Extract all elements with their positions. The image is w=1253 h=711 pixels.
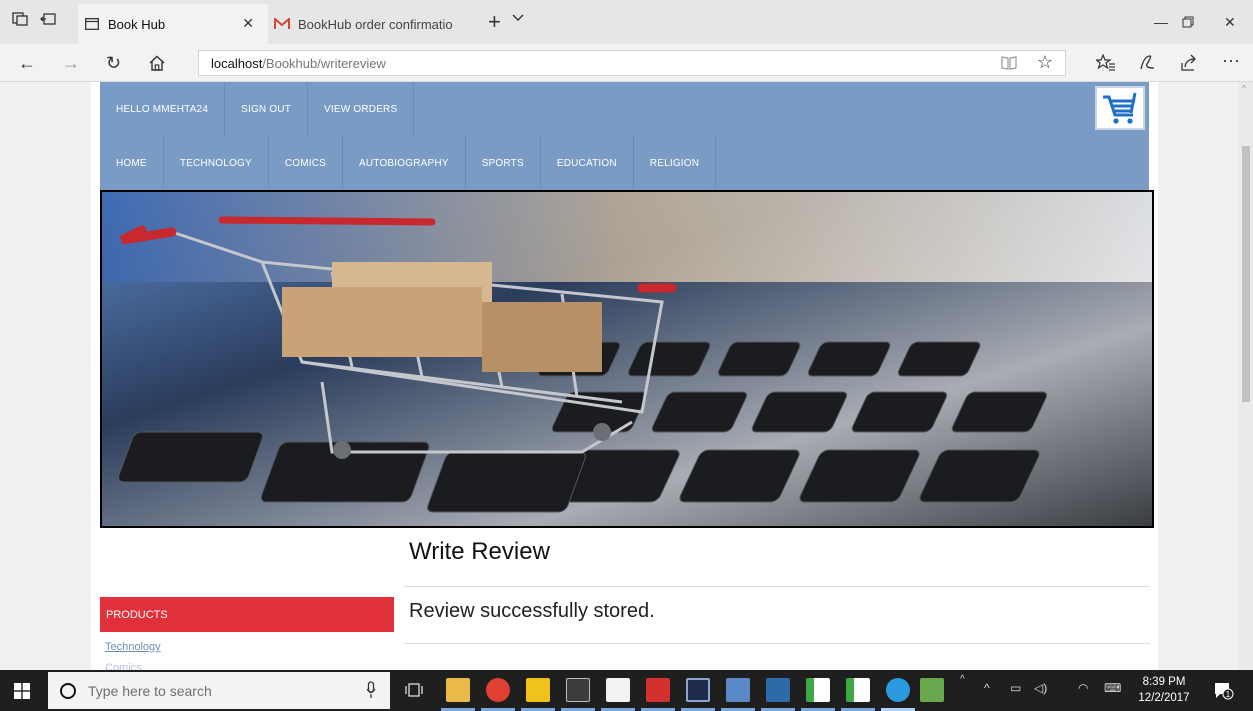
nav-autobiography[interactable]: AUTOBIOGRAPHY — [343, 136, 466, 190]
nav-education[interactable]: EDUCATION — [541, 136, 634, 190]
microphone-icon[interactable] — [366, 681, 376, 699]
chevron-up-icon[interactable]: ^ — [960, 674, 965, 685]
cart-on-keyboard-image — [102, 192, 1152, 526]
nav-comics[interactable]: COMICS — [269, 136, 344, 190]
forward-icon[interactable]: → — [62, 53, 80, 74]
clock-time: 8:39 PM — [1142, 676, 1186, 688]
scroll-up-icon[interactable]: ^ — [1242, 84, 1246, 93]
cortana-icon — [60, 682, 76, 699]
page-title: Write Review — [409, 538, 550, 565]
gmail-icon — [274, 16, 290, 32]
nav-technology[interactable]: TECHNOLOGY — [164, 136, 269, 190]
url-host: localhost — [211, 55, 263, 71]
keyboard-icon[interactable]: ⌨ — [1104, 681, 1121, 695]
windows-taskbar: Type here to search ^ ^ ▭ ◁) ◠ ⌨ 8:39 PM… — [0, 670, 1253, 711]
tab-label: Book Hub — [108, 16, 166, 32]
nav-sign-out[interactable]: SIGN OUT — [225, 82, 309, 136]
browser-toolbar: ← → ↻ localhost/Bookhub/writereview ☆ ··… — [0, 44, 1253, 82]
tab-label: BookHub order confirmatio — [298, 16, 453, 32]
sticky-notes-icon[interactable] — [526, 678, 550, 702]
status-message: Review successfully stored. — [409, 600, 655, 622]
site-nav-bar: HELLO MMEHTA24 SIGN OUT VIEW ORDERS HOME… — [100, 82, 1149, 190]
close-tab-icon[interactable]: ✕ — [242, 15, 254, 32]
bookhub-page: HELLO MMEHTA24 SIGN OUT VIEW ORDERS HOME… — [91, 82, 1158, 670]
url-path: /Bookhub/writereview — [262, 55, 386, 71]
web-viewport: HELLO MMEHTA24 SIGN OUT VIEW ORDERS HOME… — [0, 82, 1253, 670]
vertical-scrollbar[interactable]: ^ — [1239, 82, 1253, 670]
browser-tab-strip: Book Hub ✕ BookHub order confirmatio + —… — [0, 0, 1253, 44]
system-clock[interactable]: 8:39 PM 12/2/2017 — [1134, 674, 1194, 706]
file-explorer-icon[interactable] — [446, 678, 470, 702]
divider — [404, 643, 1150, 644]
nav-home[interactable]: HOME — [100, 136, 164, 190]
chevron-down-icon[interactable] — [512, 14, 524, 22]
paint-icon[interactable] — [920, 678, 944, 702]
acrobat-icon[interactable] — [646, 678, 670, 702]
share-icon[interactable] — [1180, 54, 1198, 72]
task-view-icon[interactable] — [404, 682, 424, 698]
action-center-icon[interactable]: 1 — [1214, 682, 1234, 700]
restore-icon[interactable] — [1182, 16, 1194, 28]
chrome-icon[interactable] — [486, 678, 510, 702]
favorite-star-icon[interactable]: ☆ — [1037, 52, 1053, 73]
nav-hello-user[interactable]: HELLO MMEHTA24 — [100, 82, 226, 136]
category-nav: HOME TECHNOLOGY COMICS AUTOBIOGRAPHY SPO… — [100, 136, 717, 190]
tab-preview-icon[interactable] — [12, 12, 28, 26]
virtualbox-icon[interactable] — [686, 678, 710, 702]
divider — [404, 586, 1150, 587]
scrollbar-thumb[interactable] — [1242, 146, 1250, 402]
taskbar-search-input[interactable]: Type here to search — [48, 672, 390, 709]
nav-view-orders[interactable]: VIEW ORDERS — [308, 82, 415, 136]
user-nav: HELLO MMEHTA24 SIGN OUT VIEW ORDERS — [100, 82, 415, 136]
battery-icon[interactable]: ▭ — [1010, 681, 1021, 695]
minimize-icon[interactable]: — — [1154, 14, 1168, 30]
wifi-icon[interactable]: ◠ — [1078, 681, 1088, 695]
tab-order-confirmation[interactable]: BookHub order confirmatio — [268, 4, 461, 44]
more-actions-icon[interactable]: ··· — [1222, 50, 1240, 71]
set-tabs-aside-icon[interactable] — [40, 12, 56, 26]
new-tab-icon[interactable]: + — [488, 9, 501, 35]
address-bar[interactable]: localhost/Bookhub/writereview ☆ — [198, 50, 1066, 76]
hero-banner-image — [100, 190, 1154, 528]
show-hidden-icons-icon[interactable]: ^ — [984, 681, 990, 695]
notification-count: 1 — [1226, 690, 1231, 699]
tab-book-hub[interactable]: Book Hub ✕ — [78, 4, 268, 44]
refresh-icon[interactable]: ↻ — [106, 53, 121, 74]
shopping-cart-icon — [1103, 92, 1137, 124]
nav-sports[interactable]: SPORTS — [466, 136, 541, 190]
edge-browser-icon[interactable] — [886, 678, 910, 702]
back-icon[interactable]: ← — [18, 53, 36, 74]
reading-view-icon[interactable] — [1001, 56, 1017, 70]
mongodb-compass-icon[interactable] — [846, 678, 870, 702]
clock-date: 12/2/2017 — [1138, 692, 1190, 704]
netbeans-icon[interactable] — [766, 678, 790, 702]
command-prompt-icon[interactable] — [566, 678, 590, 702]
web-note-icon[interactable] — [1138, 54, 1156, 72]
windows-start-icon[interactable] — [14, 683, 30, 699]
sidebar-link-comics[interactable]: Comics — [105, 662, 142, 670]
cart-button[interactable] — [1095, 86, 1145, 130]
search-placeholder: Type here to search — [88, 682, 212, 699]
favorites-hub-icon[interactable] — [1096, 54, 1116, 72]
close-window-icon[interactable]: ✕ — [1224, 14, 1236, 31]
java-icon[interactable] — [726, 678, 750, 702]
sidebar-link-technology[interactable]: Technology — [105, 641, 161, 653]
volume-icon[interactable]: ◁) — [1034, 681, 1047, 695]
mongodb-icon[interactable] — [806, 678, 830, 702]
nav-religion[interactable]: RELIGION — [634, 136, 717, 190]
document-icon[interactable] — [606, 678, 630, 702]
home-icon[interactable] — [148, 55, 166, 71]
products-heading: PRODUCTS — [100, 597, 394, 632]
page-icon — [84, 16, 100, 32]
